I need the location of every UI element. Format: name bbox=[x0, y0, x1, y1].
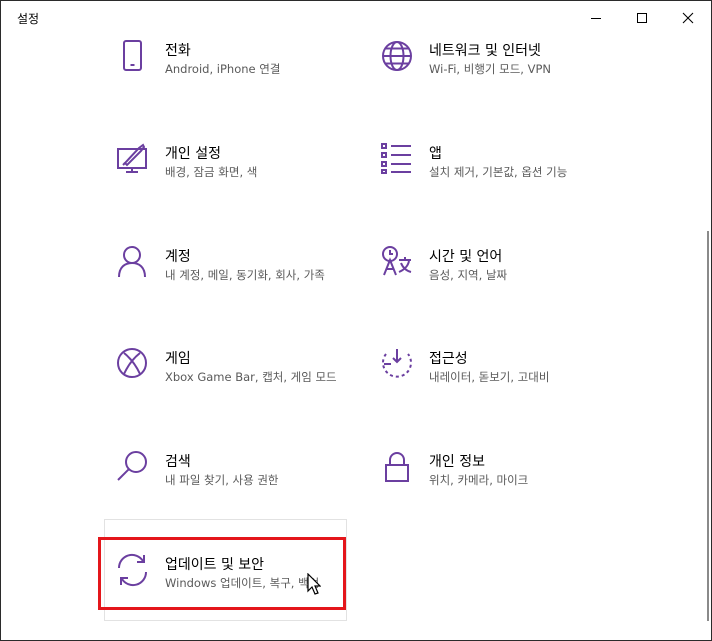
tile-phone[interactable]: 전화 Android, iPhone 연결 bbox=[115, 38, 335, 108]
tile-description: 배경, 잠금 화면, 색 bbox=[165, 165, 258, 179]
phone-icon bbox=[115, 38, 151, 74]
settings-window: 설정 전화 Android, iPhone 연결 네트워크 및 인터넷 Wi-F… bbox=[0, 0, 712, 641]
tile-time-language[interactable]: 시간 및 언어 음성, 지역, 날짜 bbox=[379, 244, 599, 314]
xbox-icon bbox=[115, 346, 151, 382]
tile-name: 시간 및 언어 bbox=[429, 249, 503, 265]
tile-name: 네트워크 및 인터넷 bbox=[429, 43, 541, 59]
tile-description: 설치 제거, 기본값, 옵션 기능 bbox=[429, 165, 568, 179]
tile-name: 개인 정보 bbox=[429, 454, 485, 470]
tile-accounts[interactable]: 계정 내 계정, 메일, 동기화, 회사, 가족 bbox=[115, 244, 335, 314]
tile-name: 앱 bbox=[429, 146, 442, 162]
tile-description: 내 계정, 메일, 동기화, 회사, 가족 bbox=[165, 268, 325, 282]
mouse-pointer-icon bbox=[307, 573, 321, 595]
tile-description: 음성, 지역, 날짜 bbox=[429, 268, 508, 282]
apps-list-icon bbox=[379, 141, 415, 177]
tile-accessibility[interactable]: 접근성 내레이터, 돋보기, 고대비 bbox=[379, 346, 599, 416]
tile-name: 전화 bbox=[165, 43, 191, 59]
tile-description: Xbox Game Bar, 캡처, 게임 모드 bbox=[165, 370, 337, 384]
tile-name: 계정 bbox=[165, 249, 191, 265]
tile-description: 위치, 카메라, 마이크 bbox=[429, 473, 529, 487]
lock-icon bbox=[379, 449, 415, 485]
person-icon bbox=[115, 244, 151, 280]
tile-personalization[interactable]: 개인 설정 배경, 잠금 화면, 색 bbox=[115, 141, 335, 211]
tile-gaming[interactable]: 게임 Xbox Game Bar, 캡처, 게임 모드 bbox=[115, 346, 337, 416]
vertical-scrollbar[interactable] bbox=[707, 231, 709, 621]
tile-name: 접근성 bbox=[429, 351, 468, 367]
personalization-icon bbox=[115, 141, 151, 177]
tile-description: Android, iPhone 연결 bbox=[165, 62, 281, 76]
tile-apps[interactable]: 앱 설치 제거, 기본값, 옵션 기능 bbox=[379, 141, 599, 211]
tile-name: 검색 bbox=[165, 454, 191, 470]
accessibility-icon bbox=[379, 346, 415, 382]
search-icon bbox=[115, 449, 151, 485]
tile-name: 개인 설정 bbox=[165, 146, 221, 162]
tile-description: Wi-Fi, 비행기 모드, VPN bbox=[429, 62, 552, 76]
globe-icon bbox=[379, 38, 415, 74]
language-icon bbox=[379, 244, 415, 280]
tile-description: 내레이터, 돋보기, 고대비 bbox=[429, 370, 550, 384]
tile-name: 게임 bbox=[165, 351, 191, 367]
tile-network[interactable]: 네트워크 및 인터넷 Wi-Fi, 비행기 모드, VPN bbox=[379, 38, 599, 108]
tile-search[interactable]: 검색 내 파일 찾기, 사용 권한 bbox=[115, 449, 335, 519]
tile-privacy[interactable]: 개인 정보 위치, 카메라, 마이크 bbox=[379, 449, 599, 519]
tile-description: 내 파일 찾기, 사용 권한 bbox=[165, 473, 279, 487]
